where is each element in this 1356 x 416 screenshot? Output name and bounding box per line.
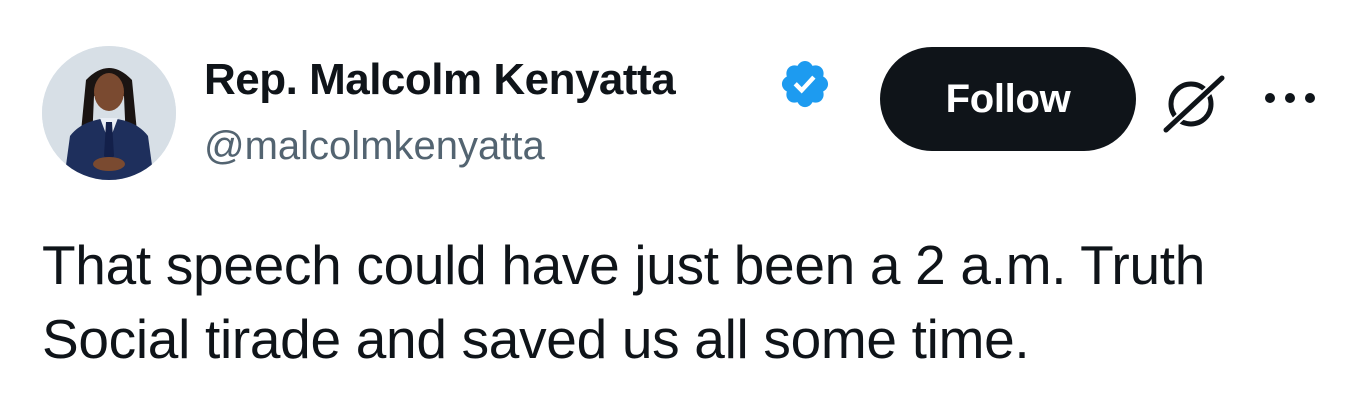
verified-badge-icon[interactable] xyxy=(778,57,832,111)
author-display-name[interactable]: Rep. Malcolm Kenyatta xyxy=(204,52,676,108)
avatar-image xyxy=(42,46,176,180)
follow-button[interactable]: Follow xyxy=(880,47,1136,151)
more-options-icon[interactable] xyxy=(1262,88,1318,108)
tweet-text: That speech could have just been a 2 a.m… xyxy=(42,234,1206,370)
tweet-card: Rep. Malcolm Kenyatta @malcolmkenyatta F… xyxy=(0,0,1356,416)
avatar[interactable] xyxy=(42,46,176,180)
grok-icon[interactable] xyxy=(1158,72,1228,134)
author-handle[interactable]: @malcolmkenyatta xyxy=(204,120,545,172)
